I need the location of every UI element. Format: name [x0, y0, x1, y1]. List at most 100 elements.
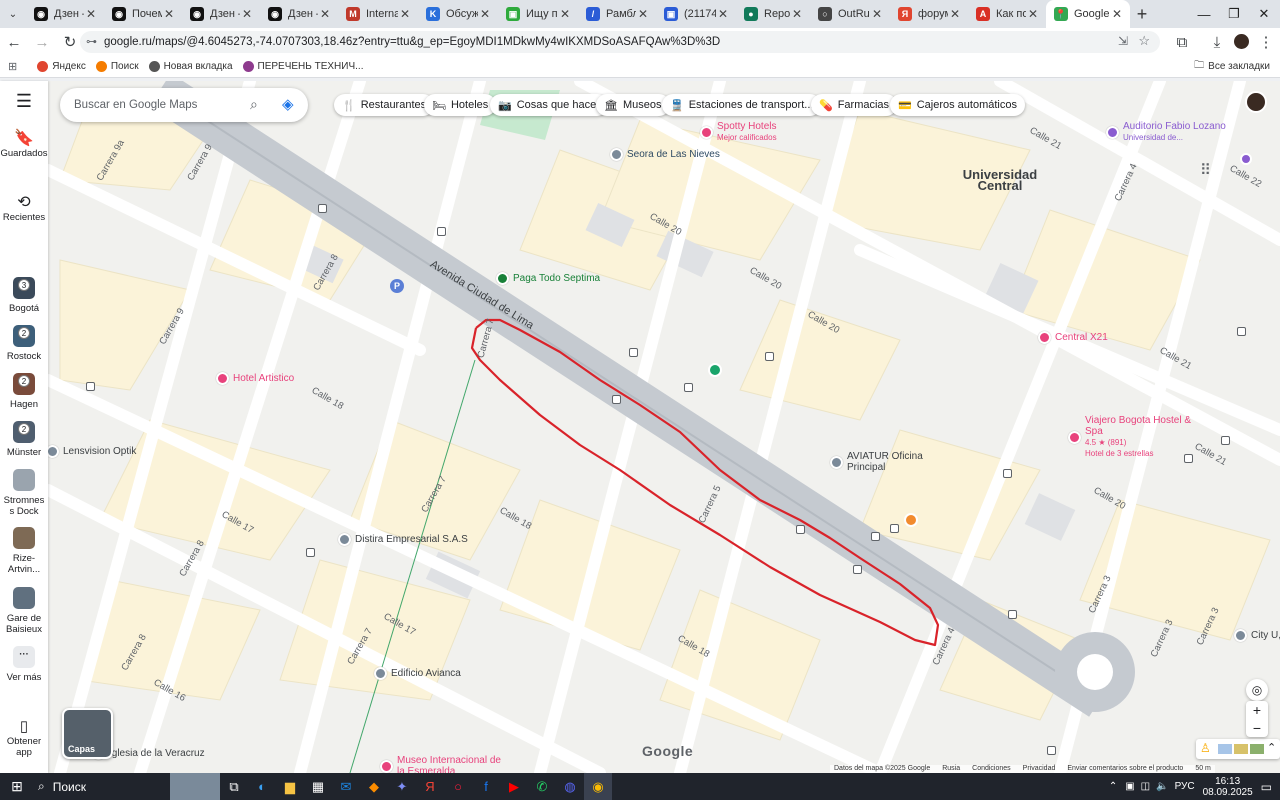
get-app-button[interactable]: ▯ Obtener app [0, 719, 48, 758]
extensions-icon[interactable]: ⧉ [1168, 28, 1196, 56]
task-view-icon[interactable]: ⧉ [220, 773, 248, 800]
recent-place-item[interactable]: 2 Rostock [0, 325, 48, 362]
whatsapp-icon[interactable]: ✆ [528, 773, 556, 800]
browser-tab[interactable]: ▣ (21174)✕ [656, 0, 736, 28]
map-place-marker[interactable]: Auditorio Fabio Lozano Universidad de... [1106, 121, 1226, 143]
forward-button[interactable]: → [28, 28, 56, 56]
new-tab-button[interactable]: + [1130, 4, 1154, 25]
tab-close-icon[interactable]: ✕ [398, 7, 412, 21]
map-place-marker[interactable]: AVIATUR Oficina Principal [830, 451, 927, 473]
site-info-icon[interactable]: ⊶ [86, 35, 97, 48]
map-place-marker[interactable]: Paga Todo Septima [496, 272, 600, 285]
profile-avatar[interactable] [1234, 34, 1249, 49]
close-window-button[interactable]: ✕ [1246, 0, 1280, 28]
tray-app-icon[interactable]: ▣ [1125, 781, 1134, 792]
downloads-icon[interactable]: ⤓ [1203, 28, 1231, 56]
layers-button[interactable]: Capas [62, 708, 113, 759]
bus-stop-icon[interactable] [1003, 469, 1012, 478]
tab-close-icon[interactable]: ✕ [162, 7, 176, 21]
bus-stop-icon[interactable] [871, 532, 880, 541]
bus-stop-icon[interactable] [612, 395, 621, 404]
bus-stop-icon[interactable] [1184, 454, 1193, 463]
map-place-marker[interactable]: Spotty Hotels Mejor calificados [700, 121, 777, 143]
museum-icon[interactable] [1240, 153, 1252, 165]
restaurant-icon[interactable] [904, 513, 918, 527]
browser-tab[interactable]: Яфорум✕ [890, 0, 968, 28]
map-place-marker[interactable]: Universidad Central [950, 168, 1050, 192]
map-place-marker[interactable]: Viajero Bogota Hostel & Spa 4.5 ★ (891) Ho… [1068, 415, 1205, 459]
app-icon[interactable]: ✦ [388, 773, 416, 800]
language-indicator[interactable]: РУС [1175, 781, 1195, 792]
browser-tab[interactable]: A Как пос✕ [968, 0, 1046, 28]
taskbar-search[interactable]: ⌕ Поиск [34, 773, 170, 800]
category-chip[interactable]: 🍴 Restaurantes [334, 94, 435, 116]
tab-close-icon[interactable]: ✕ [84, 7, 98, 21]
opera-icon[interactable]: ○ [444, 773, 472, 800]
search-input[interactable] [74, 99, 234, 111]
map-place-marker[interactable]: Seora de Las Nieves [610, 148, 720, 161]
browser-tab[interactable]: ◉ Дзен —✕ [26, 0, 104, 28]
news-widget[interactable] [170, 773, 220, 800]
tab-close-icon[interactable]: ✕ [870, 7, 884, 21]
tab-close-icon[interactable]: ✕ [716, 7, 730, 21]
outlook-icon[interactable]: ✉ [332, 773, 360, 800]
tab-search-button[interactable]: ⌄ [0, 0, 26, 28]
tab-close-icon[interactable]: ✕ [478, 7, 492, 21]
bus-stop-icon[interactable] [437, 227, 446, 236]
recent-place-item[interactable]: 2 Hagen [0, 373, 48, 410]
bus-stop-icon[interactable] [890, 524, 899, 533]
category-chip[interactable]: 💳 Cajeros automáticos [890, 94, 1025, 116]
browser-tab[interactable]: K Обсужд✕ [418, 0, 498, 28]
bus-stop-icon[interactable] [1221, 436, 1230, 445]
browser-tab[interactable]: / Рамблер✕ [578, 0, 656, 28]
tab-close-icon[interactable]: ✕ [1110, 7, 1124, 21]
map-place-marker[interactable]: Central X21 [1038, 331, 1108, 344]
browser-tab[interactable]: ▣ Ищу по✕ [498, 0, 578, 28]
green-place-icon[interactable] [708, 363, 722, 377]
recents-button[interactable]: ⟲ Recientes [0, 195, 48, 224]
browser-tab[interactable]: ○ OutRush✕ [810, 0, 890, 28]
directions-icon[interactable]: ◈ [282, 95, 294, 113]
tab-close-icon[interactable]: ✕ [558, 7, 572, 21]
saved-button[interactable]: 🔖 Guardados [0, 131, 48, 160]
zoom-out-button[interactable]: − [1246, 719, 1268, 737]
bus-stop-icon[interactable] [86, 382, 95, 391]
menu-icon[interactable]: ☰ [0, 92, 48, 110]
address-bar[interactable]: ⊶ google.ru/maps/@4.6045273,-74.0707303,… [80, 31, 1160, 53]
category-chip[interactable]: 🚆 Estaciones de transport... [662, 94, 822, 116]
more-button[interactable]: ··· Ver más [0, 646, 48, 683]
category-chip[interactable]: 🏛 Museos [596, 94, 670, 116]
tray-chevron-icon[interactable]: ⌃ [1109, 781, 1117, 792]
facebook-icon[interactable]: f [472, 773, 500, 800]
bookmark-star-icon[interactable]: ☆ [1138, 33, 1150, 49]
map-place-marker[interactable]: Lensvision Optik [48, 445, 136, 458]
bookmark-item[interactable]: Яндекс [37, 61, 86, 72]
chrome-icon[interactable]: ◉ [584, 773, 612, 800]
bus-stop-icon[interactable] [1047, 746, 1056, 755]
recent-place-item[interactable]: Stromnes s Dock [0, 469, 48, 517]
file-explorer-icon[interactable]: ▆ [276, 773, 304, 800]
windows-start-icon[interactable]: ⊞ [0, 773, 34, 800]
discord-icon[interactable]: ◍ [556, 773, 584, 800]
volume-icon[interactable]: 🔈 [1156, 781, 1168, 792]
tab-close-icon[interactable]: ✕ [240, 7, 254, 21]
tab-close-icon[interactable]: ✕ [636, 7, 650, 21]
category-chip[interactable]: 🛏 Hoteles [424, 94, 497, 116]
map-place-marker[interactable]: Hotel Artistico [216, 372, 294, 385]
map-types-strip[interactable]: ♙ ⌃ [1196, 739, 1280, 759]
browser-tab[interactable]: ◉ Дзен —✕ [182, 0, 260, 28]
brave-icon[interactable]: ◆ [360, 773, 388, 800]
recent-place-item[interactable]: 2 Münster [0, 421, 48, 458]
bus-stop-icon[interactable] [629, 348, 638, 357]
category-chip[interactable]: 💊 Farmacias [811, 94, 898, 116]
transit-layer-icon[interactable] [1218, 744, 1232, 754]
bus-stop-icon[interactable] [318, 204, 327, 213]
store-icon[interactable]: ▦ [304, 773, 332, 800]
recent-place-item[interactable]: Rize-Artvin... [0, 527, 48, 575]
bus-stop-icon[interactable] [306, 548, 315, 557]
youtube-icon[interactable]: ▶ [500, 773, 528, 800]
map-canvas[interactable]: Avenida Ciudad de Lima Calle 18 Calle 18 Ca… [48, 81, 1280, 773]
edge-icon[interactable]: ◐ [248, 773, 276, 800]
all-bookmarks-button[interactable]: 🗀 Все закладки [1194, 58, 1270, 75]
zoom-in-button[interactable]: + [1246, 701, 1268, 719]
